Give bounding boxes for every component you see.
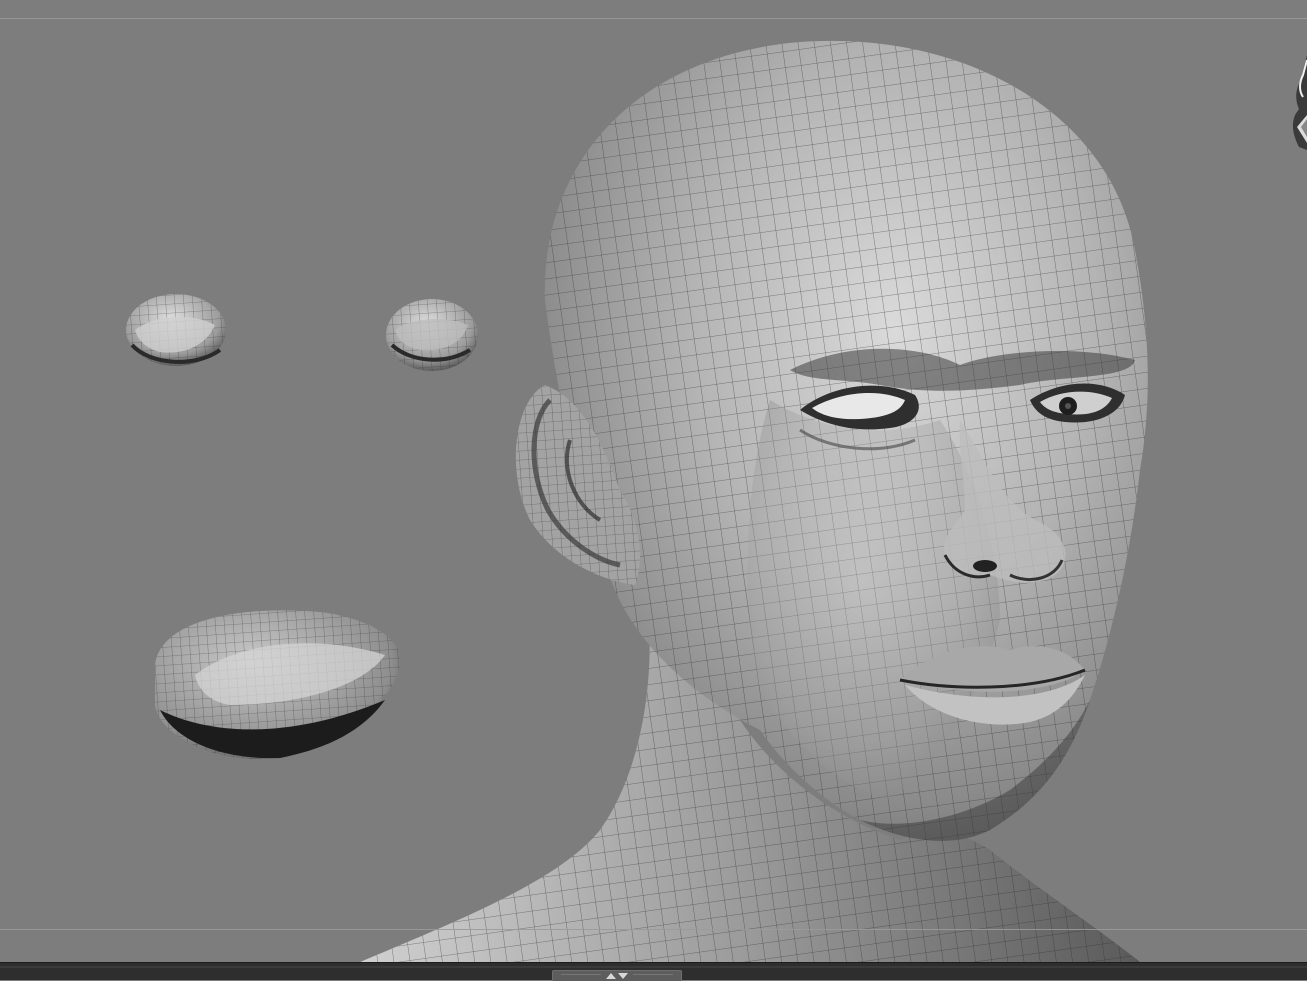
shelf-grip-right (633, 974, 673, 975)
canvas-frame-bottom-edge (0, 929, 1307, 930)
bottom-shelf-strip (0, 966, 1307, 968)
right-tray-handle-icon[interactable] (1289, 55, 1307, 150)
bottom-shelf-toggle[interactable] (552, 970, 682, 981)
head-mesh[interactable] (530, 30, 1170, 860)
3d-scene[interactable] (0, 0, 1307, 962)
left-eye-mesh[interactable] (120, 290, 235, 375)
shelf-grip-left (561, 974, 601, 975)
bottom-shelf (0, 962, 1307, 981)
arrow-down-icon (618, 973, 628, 979)
arrow-up-icon (606, 973, 616, 979)
right-eye-mesh[interactable] (380, 295, 485, 380)
document-canvas[interactable] (0, 0, 1307, 962)
mouth-mesh[interactable] (150, 600, 410, 770)
